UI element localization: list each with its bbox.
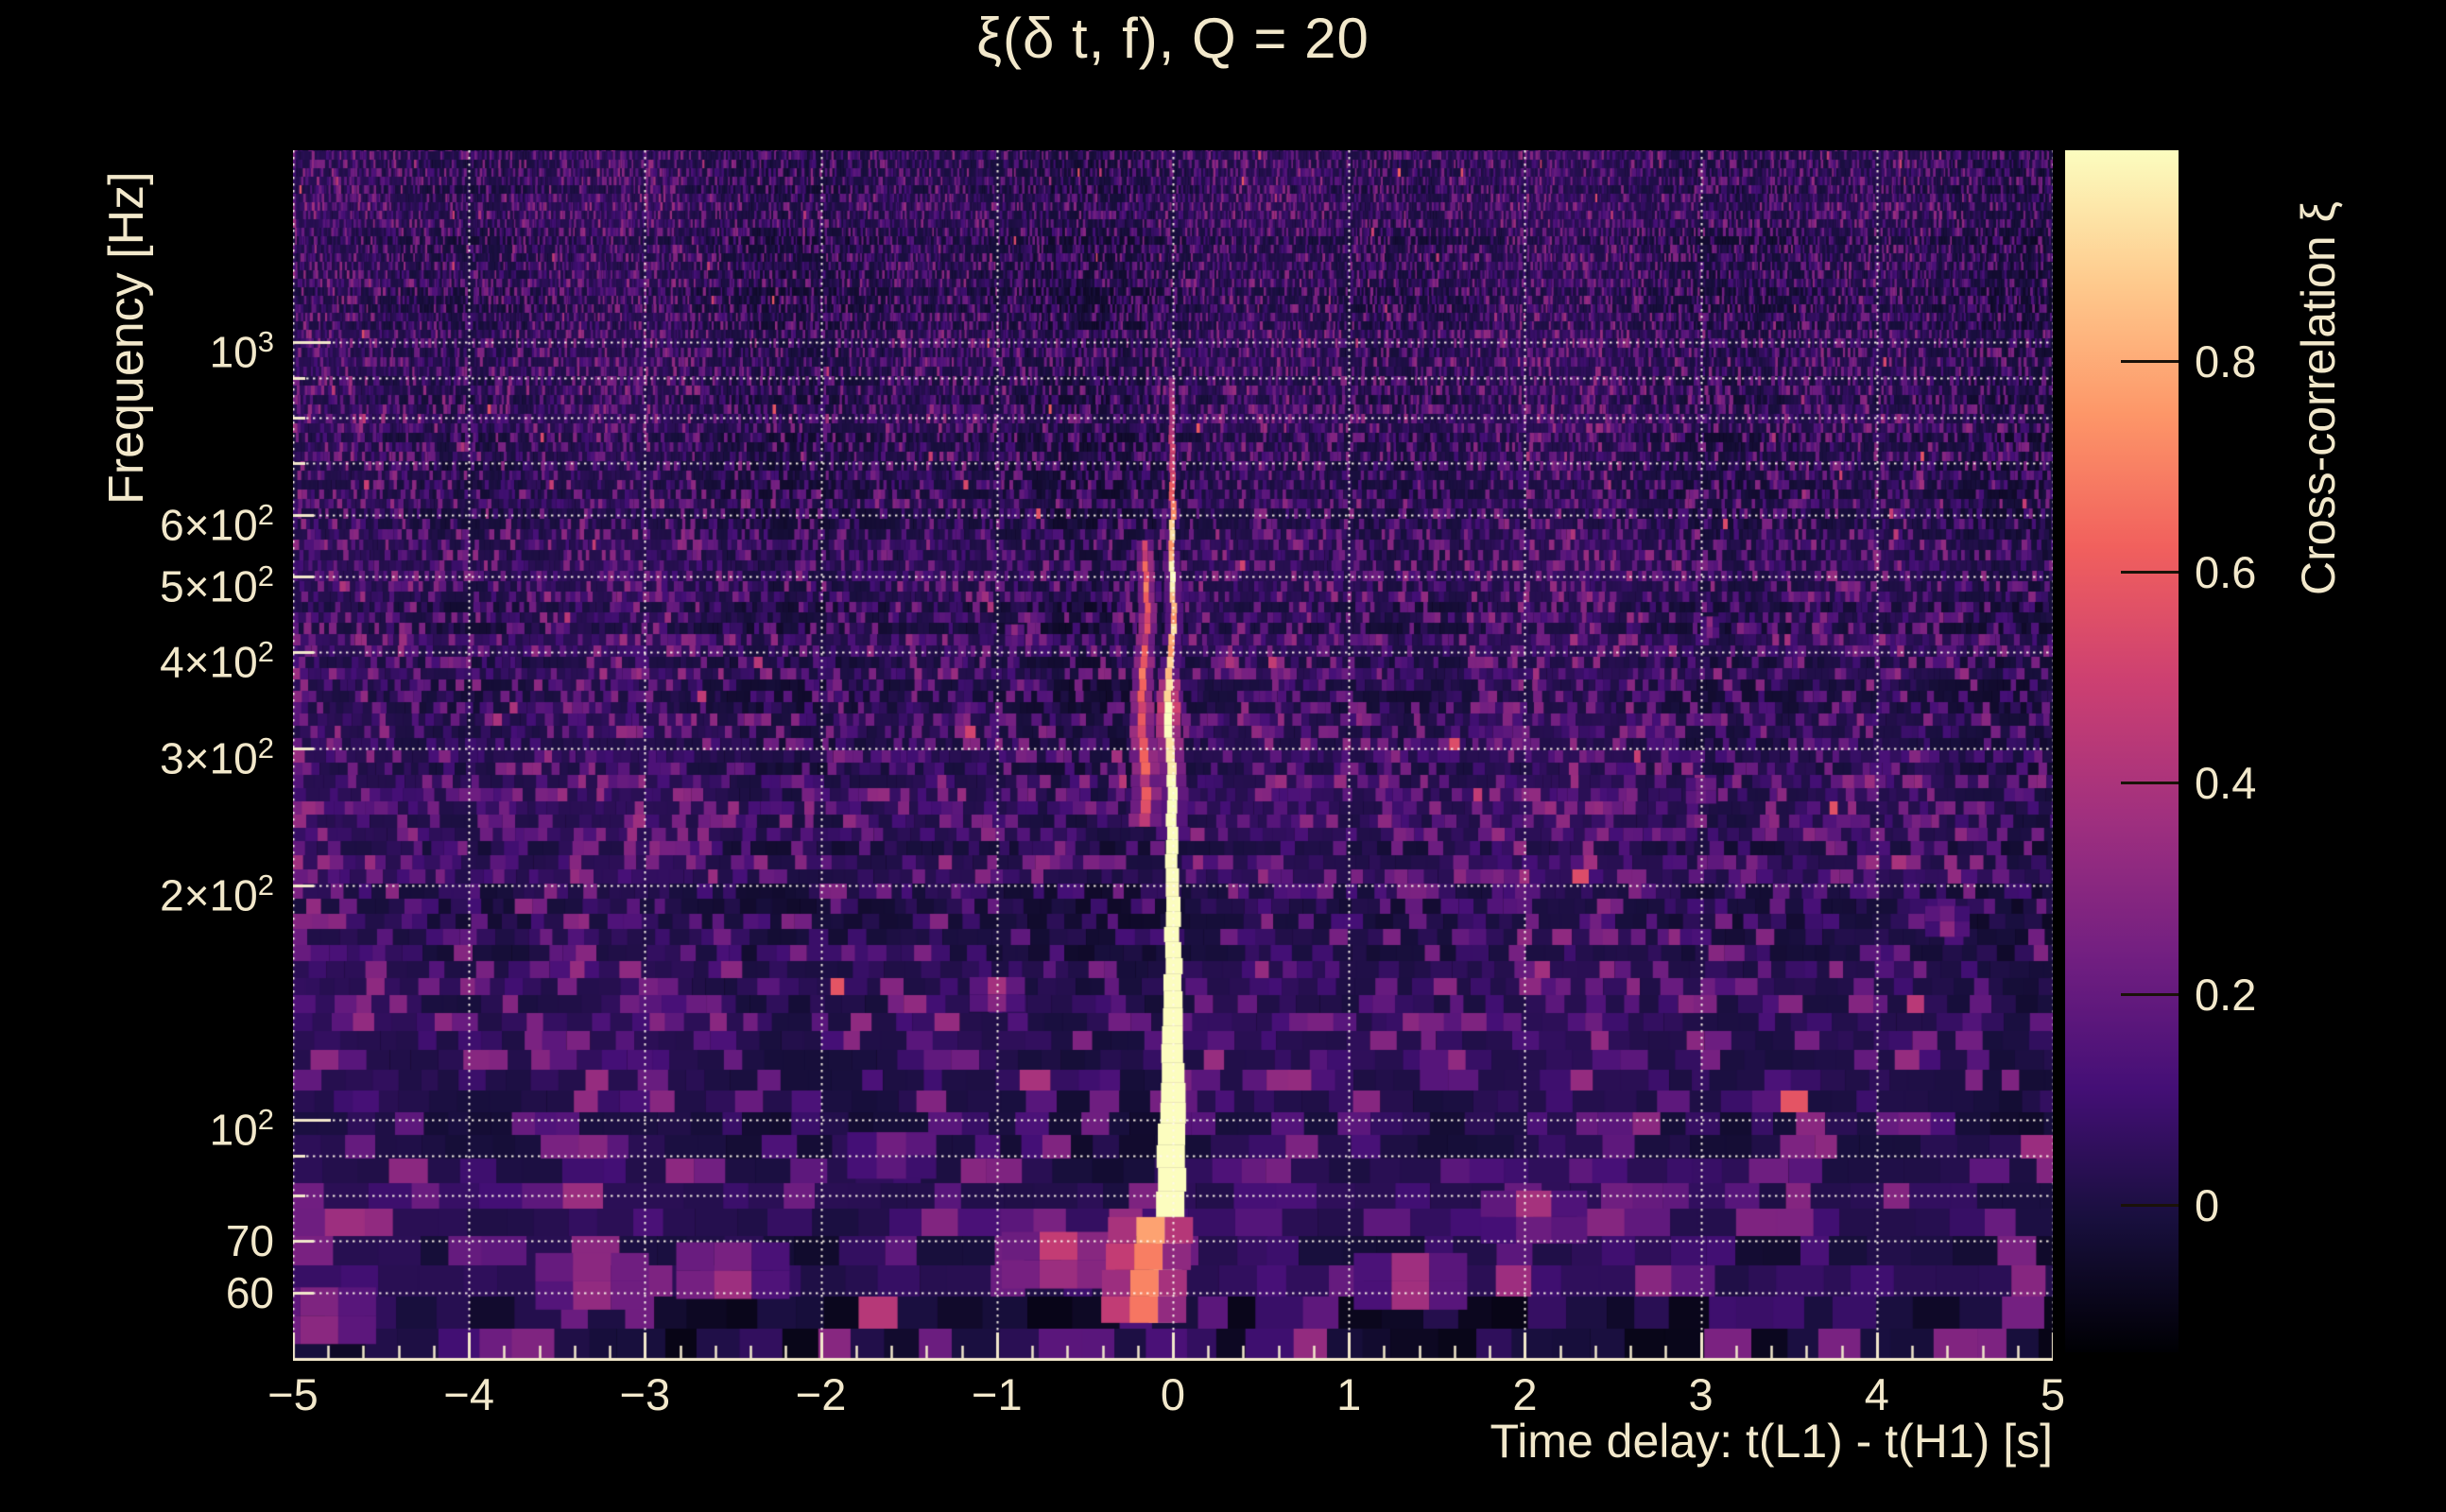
colorbar-tick-mark xyxy=(2121,993,2179,996)
figure-canvas: ξ(δ t, f), Q = 20 Frequency [Hz] Time de… xyxy=(0,0,2446,1512)
x-tick-label: −1 xyxy=(940,1368,1054,1420)
colorbar-title: Cross-correlation ξ xyxy=(2291,201,2346,595)
x-tick-label: 5 xyxy=(1996,1368,2110,1420)
y-tick-label: 5×102 xyxy=(0,555,274,608)
y-tick-label: 60 xyxy=(0,1271,274,1314)
y-tick-label: 3×102 xyxy=(0,727,274,780)
colorbar-tick-label: 0.8 xyxy=(2195,339,2256,384)
colorbar-tick-mark xyxy=(2121,571,2179,574)
x-tick-label: −2 xyxy=(765,1368,878,1420)
x-tick-label: 1 xyxy=(1292,1368,1405,1420)
x-tick-label: −3 xyxy=(588,1368,701,1420)
colorbar-tick-label: 0.4 xyxy=(2195,761,2256,805)
colorbar-tick-label: 0.6 xyxy=(2195,550,2256,594)
x-axis-title: Time delay: t(L1) - t(H1) [s] xyxy=(293,1414,2053,1469)
x-tick-label: −4 xyxy=(412,1368,525,1420)
colorbar-tick-label: 0 xyxy=(2195,1183,2219,1228)
y-tick-label: 4×102 xyxy=(0,630,274,683)
colorbar-tick-label: 0.2 xyxy=(2195,972,2256,1017)
y-tick-label: 103 xyxy=(0,320,274,373)
colorbar-gradient xyxy=(2065,150,2179,1352)
y-tick-label: 6×102 xyxy=(0,493,274,546)
x-tick-label: 3 xyxy=(1645,1368,1758,1420)
colorbar-tick-mark xyxy=(2121,1204,2179,1207)
colorbar-tick-mark xyxy=(2121,782,2179,784)
spectrogram-heatmap xyxy=(293,150,2053,1361)
x-tick-label: −5 xyxy=(236,1368,350,1420)
y-tick-label: 102 xyxy=(0,1098,274,1151)
x-tick-label: 0 xyxy=(1116,1368,1230,1420)
y-tick-label: 2×102 xyxy=(0,864,274,917)
colorbar-tick-mark xyxy=(2121,360,2179,363)
chart-title: ξ(δ t, f), Q = 20 xyxy=(293,6,2053,71)
x-tick-label: 4 xyxy=(1820,1368,1934,1420)
y-tick-label: 70 xyxy=(0,1219,274,1263)
x-tick-label: 2 xyxy=(1468,1368,1581,1420)
